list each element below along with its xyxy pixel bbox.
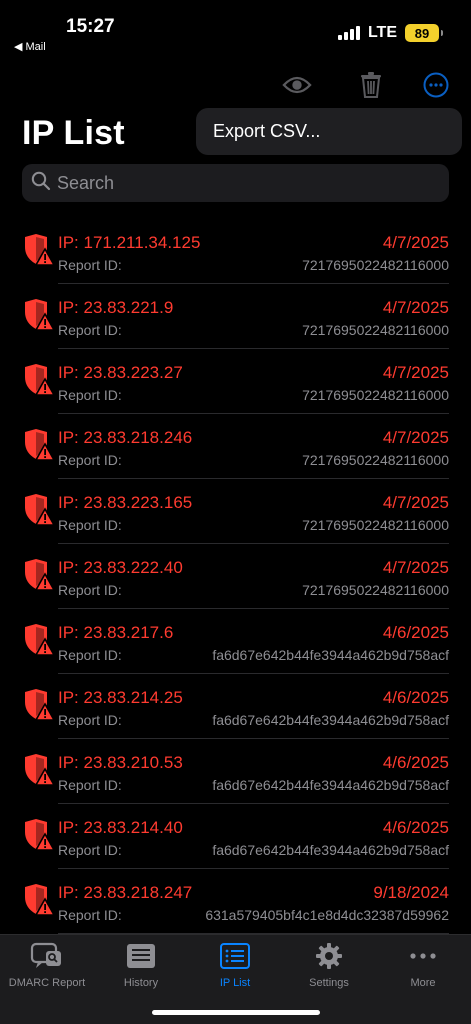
report-date: 4/7/2025 bbox=[382, 363, 449, 382]
report-id-label: Report ID: bbox=[58, 647, 122, 663]
tab-ip-list[interactable]: IP List bbox=[188, 941, 282, 989]
report-date: 9/18/2024 bbox=[373, 883, 449, 902]
ip-address: IP: 23.83.222.40 bbox=[58, 558, 183, 577]
shield-alert-icon bbox=[23, 298, 56, 332]
export-csv-label: Export CSV... bbox=[213, 121, 321, 141]
report-date: 4/7/2025 bbox=[382, 428, 449, 447]
tab-label: History bbox=[123, 977, 159, 989]
report-id: fa6d67e642b44fe3944a462b9d758acf bbox=[212, 712, 449, 728]
tab-label: Settings bbox=[309, 977, 349, 989]
report-id-label: Report ID: bbox=[58, 842, 122, 858]
more-icon bbox=[409, 941, 437, 971]
report-id: 7217695022482116000 bbox=[302, 322, 449, 338]
shield-alert-icon bbox=[23, 363, 56, 397]
report-id: 7217695022482116000 bbox=[302, 452, 449, 468]
eye-icon[interactable] bbox=[282, 70, 312, 100]
page-title: IP List bbox=[22, 114, 125, 152]
list-item[interactable]: IP: 23.83.223.165 4/7/2025 Report ID: 72176… bbox=[0, 479, 471, 544]
report-id-label: Report ID: bbox=[58, 322, 122, 338]
report-date: 4/7/2025 bbox=[382, 233, 449, 252]
tab-more[interactable]: More bbox=[376, 941, 470, 989]
ip-address: IP: 23.83.214.40 bbox=[58, 818, 183, 837]
report-date: 4/7/2025 bbox=[382, 298, 449, 317]
shield-alert-icon bbox=[23, 883, 56, 917]
shield-alert-icon bbox=[23, 233, 56, 267]
report-id: 7217695022482116000 bbox=[302, 582, 449, 598]
status-time: 15:27 bbox=[66, 16, 115, 37]
tab-dmarc-report[interactable]: DMARC Report bbox=[0, 941, 94, 989]
tab-label: DMARC Report bbox=[8, 977, 86, 989]
report-id-label: Report ID: bbox=[58, 387, 122, 403]
back-to-mail-link[interactable]: ◀ Mail bbox=[14, 40, 46, 53]
report-id: 7217695022482116000 bbox=[302, 257, 449, 273]
report-id-label: Report ID: bbox=[58, 907, 122, 923]
ip-address: IP: 23.83.223.27 bbox=[58, 363, 183, 382]
status-indicators: LTE 89 bbox=[337, 24, 443, 42]
report-id-label: Report ID: bbox=[58, 517, 122, 533]
report-id: fa6d67e642b44fe3944a462b9d758acf bbox=[212, 647, 449, 663]
search-bar[interactable] bbox=[22, 164, 449, 202]
report-id-label: Report ID: bbox=[58, 257, 122, 273]
trash-icon[interactable] bbox=[356, 70, 386, 100]
list-item[interactable]: IP: 171.211.34.125 4/7/2025 Report ID: 7217… bbox=[0, 219, 471, 284]
shield-alert-icon bbox=[23, 623, 56, 657]
report-id: fa6d67e642b44fe3944a462b9d758acf bbox=[212, 842, 449, 858]
home-indicator[interactable] bbox=[152, 1010, 320, 1015]
export-csv-menu-item[interactable]: Export CSV... bbox=[196, 108, 462, 155]
shield-alert-icon bbox=[23, 688, 56, 722]
shield-alert-icon bbox=[23, 558, 56, 592]
list-item[interactable]: IP: 23.83.222.40 4/7/2025 Report ID: 721769… bbox=[0, 544, 471, 609]
search-icon bbox=[31, 171, 51, 196]
gear-icon bbox=[315, 941, 343, 971]
report-id-label: Report ID: bbox=[58, 582, 122, 598]
search-input[interactable] bbox=[57, 172, 417, 194]
shield-alert-icon bbox=[23, 428, 56, 462]
ellipsis-circle-icon[interactable] bbox=[421, 70, 451, 100]
battery-icon: 89 bbox=[405, 24, 443, 42]
signal-icon bbox=[337, 26, 360, 40]
tab-label: IP List bbox=[219, 977, 251, 989]
report-date: 4/6/2025 bbox=[382, 623, 449, 642]
report-date: 4/6/2025 bbox=[382, 818, 449, 837]
network-type: LTE bbox=[367, 24, 397, 41]
battery-level: 89 bbox=[414, 25, 430, 41]
report-id: 7217695022482116000 bbox=[302, 387, 449, 403]
report-date: 4/6/2025 bbox=[382, 753, 449, 772]
shield-alert-icon bbox=[23, 493, 56, 527]
list-item[interactable]: IP: 23.83.221.9 4/7/2025 Report ID: 7217695… bbox=[0, 284, 471, 349]
ip-list: IP: 171.211.34.125 4/7/2025 Report ID: 7217… bbox=[0, 219, 471, 934]
shield-alert-icon bbox=[23, 753, 56, 787]
ip-address: IP: 23.83.218.247 bbox=[58, 883, 193, 902]
ip-address: IP: 23.83.214.25 bbox=[58, 688, 183, 707]
report-id: 631a579405bf4c1e8d4dc32387d59962 bbox=[205, 907, 449, 923]
tab-settings[interactable]: Settings bbox=[282, 941, 376, 989]
ip-address: IP: 23.83.210.53 bbox=[58, 753, 183, 772]
tab-history[interactable]: History bbox=[94, 941, 188, 989]
list-item[interactable]: IP: 23.83.223.27 4/7/2025 Report ID: 721769… bbox=[0, 349, 471, 414]
report-date: 4/6/2025 bbox=[382, 688, 449, 707]
ip-address: IP: 23.83.223.165 bbox=[58, 493, 193, 512]
report-id-label: Report ID: bbox=[58, 777, 122, 793]
report-id-label: Report ID: bbox=[58, 712, 122, 728]
history-icon bbox=[126, 941, 156, 971]
report-date: 4/7/2025 bbox=[382, 558, 449, 577]
tab-label: More bbox=[410, 977, 436, 989]
list-item[interactable]: IP: 23.83.218.247 9/18/2024 Report ID: 631a… bbox=[0, 869, 471, 934]
shield-alert-icon bbox=[23, 818, 56, 852]
list-item[interactable]: IP: 23.83.214.25 4/6/2025 Report ID: fa6d67… bbox=[0, 674, 471, 739]
ip-address: IP: 171.211.34.125 bbox=[58, 233, 201, 252]
list-item[interactable]: IP: 23.83.214.40 4/6/2025 Report ID: fa6d67… bbox=[0, 804, 471, 869]
ip-address: IP: 23.83.221.9 bbox=[58, 298, 174, 317]
report-id: fa6d67e642b44fe3944a462b9d758acf bbox=[212, 777, 449, 793]
report-icon bbox=[30, 941, 64, 971]
ip-address: IP: 23.83.218.246 bbox=[58, 428, 193, 447]
list-item[interactable]: IP: 23.83.210.53 4/6/2025 Report ID: fa6d67… bbox=[0, 739, 471, 804]
report-id-label: Report ID: bbox=[58, 452, 122, 468]
ip-list-icon bbox=[220, 941, 250, 971]
report-date: 4/7/2025 bbox=[382, 493, 449, 512]
ip-address: IP: 23.83.217.6 bbox=[58, 623, 174, 642]
list-item[interactable]: IP: 23.83.218.246 4/7/2025 Report ID: 72176… bbox=[0, 414, 471, 479]
report-id: 7217695022482116000 bbox=[302, 517, 449, 533]
list-item[interactable]: IP: 23.83.217.6 4/6/2025 Report ID: fa6d67e… bbox=[0, 609, 471, 674]
